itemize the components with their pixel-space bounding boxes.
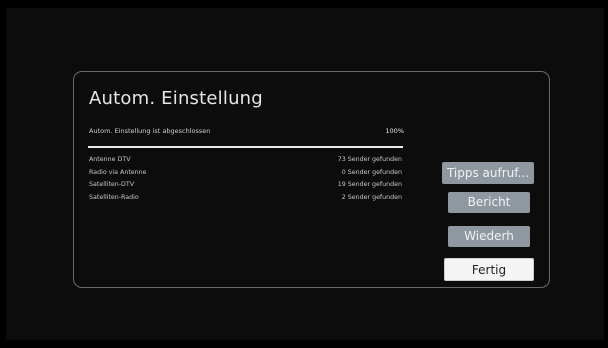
report-button[interactable]: Bericht [448,192,530,213]
list-item: Satelliten-DTV 19 Sender gefunden [89,181,404,194]
auto-tuning-dialog: Autom. Einstellung Autom. Einstellung is… [73,71,550,288]
result-label: Satelliten-Radio [89,193,139,201]
result-value: 0 Sender gefunden [341,168,402,176]
status-text: Autom. Einstellung ist abgeschlossen [89,127,211,135]
progress-bar [88,146,403,148]
result-label: Radio via Antenne [89,168,147,176]
result-value: 2 Sender gefunden [341,193,402,201]
result-value: 19 Sender gefunden [337,181,402,189]
progress-percent: 100% [385,127,404,135]
repeat-button[interactable]: Wiederh [448,226,530,247]
tv-screen: Autom. Einstellung Autom. Einstellung is… [6,8,604,340]
results-list: Antenne DTV 73 Sender gefunden Radio via… [89,156,404,206]
tips-button[interactable]: Tipps aufruf... [442,162,534,184]
result-value: 73 Sender gefunden [337,156,402,163]
list-item: Antenne DTV 73 Sender gefunden [89,156,404,169]
result-label: Antenne DTV [89,156,131,163]
result-label: Satelliten-DTV [89,181,135,189]
list-item: Satelliten-Radio 2 Sender gefunden [89,194,404,207]
list-item: Radio via Antenne 0 Sender gefunden [89,169,404,182]
dialog-title: Autom. Einstellung [89,88,263,109]
progress-bar-fill [88,146,403,148]
done-button[interactable]: Fertig [444,258,534,281]
